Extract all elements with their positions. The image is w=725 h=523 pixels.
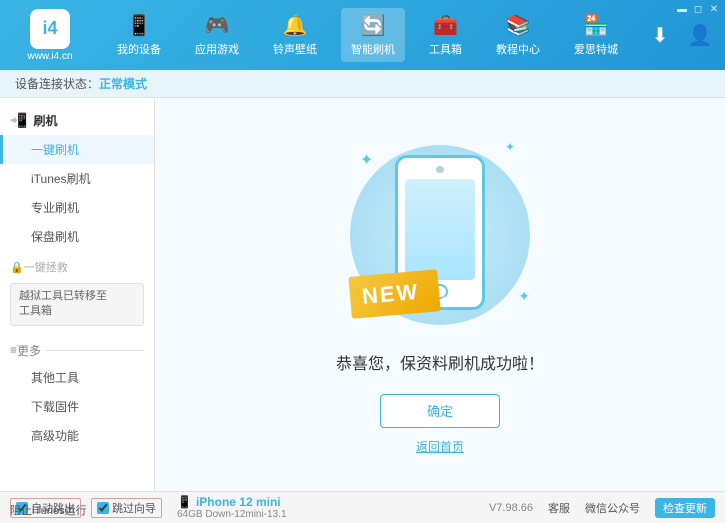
logo-url: www.i4.cn	[27, 51, 72, 62]
device-info: 📱 iPhone 12 mini 64GB Down-12mini-13.1	[177, 495, 287, 520]
more-section-divider: ≡ 更多	[0, 334, 154, 363]
skip-guide-label: 跳过向导	[112, 500, 156, 516]
nav-right-actions: ⬇ 👤	[645, 20, 715, 50]
sidebar-pro-flash[interactable]: 专业刷机	[0, 193, 154, 222]
device-details: 64GB Down-12mini-13.1	[177, 509, 287, 520]
user-button[interactable]: 👤	[685, 20, 715, 50]
skip-guide-input[interactable]	[97, 502, 109, 514]
phone-screen	[405, 179, 475, 280]
new-ribbon: ✦ NEW ✦	[348, 269, 441, 319]
flash-section-header: 📲 刷机	[0, 106, 154, 135]
minimize-button[interactable]: ▬	[675, 2, 689, 16]
device-icon: 📱	[177, 495, 192, 509]
smart-shop-label: 智能刷机	[351, 41, 395, 57]
device-name-text: iPhone 12 mini	[196, 495, 281, 509]
sidebar-itunes-flash[interactable]: iTunes刷机	[0, 164, 154, 193]
divider-line	[46, 350, 144, 351]
confirm-button[interactable]: 确定	[380, 394, 500, 428]
success-message: 恭喜您，保资料刷机成功啦！	[336, 350, 544, 374]
sidebar-other-tools[interactable]: 其他工具	[0, 363, 154, 392]
sparkle-icon-1: ✦	[360, 150, 373, 170]
flash-section-label: 刷机	[33, 112, 57, 129]
phone-camera	[436, 166, 444, 173]
top-nav-bar: i4 www.i4.cn 📱 我的设备 🎮 应用游戏 🔔 铃声壁纸 🔄 智能刷机	[0, 0, 725, 70]
tutorial-icon: 📚	[506, 13, 531, 38]
flash-section-icon: 📲	[10, 112, 27, 129]
ringtone-label: 铃声壁纸	[273, 41, 317, 57]
rescue-label: 一键拯救	[24, 259, 68, 275]
logo-text: i4	[42, 18, 57, 39]
my-device-icon: 📱	[127, 13, 152, 38]
customer-service-link[interactable]: 客服	[548, 500, 570, 516]
tutorial-label: 教程中心	[496, 41, 540, 57]
nav-items: 📱 我的设备 🎮 应用游戏 🔔 铃声壁纸 🔄 智能刷机 🧰 工具箱 📚	[100, 8, 635, 62]
ribbon-star-right: ✦	[439, 294, 448, 306]
store-label: 爱思特城	[574, 41, 618, 57]
smart-shop-icon: 🔄	[361, 13, 386, 38]
sparkle-icon-2: ✦	[505, 140, 515, 154]
nav-ringtone[interactable]: 🔔 铃声壁纸	[263, 8, 327, 62]
window-controls: ▬ ◻ ✕	[675, 2, 721, 16]
nav-toolbox[interactable]: 🧰 工具箱	[419, 8, 472, 62]
sidebar-save-flash[interactable]: 保盘刷机	[0, 222, 154, 251]
wechat-link[interactable]: 微信公众号	[585, 500, 640, 516]
toolbox-icon: 🧰	[433, 13, 458, 38]
skip-guide-checkbox[interactable]: 跳过向导	[91, 498, 162, 518]
my-device-label: 我的设备	[117, 41, 161, 57]
download-button[interactable]: ⬇	[645, 20, 675, 50]
sidebar: 📲 刷机 一键刷机 iTunes刷机 专业刷机 保盘刷机 🔒 一键拯救 越狱工具…	[0, 98, 155, 491]
sidebar-download-firmware[interactable]: 下载固件	[0, 392, 154, 421]
new-badge-text: NEW	[361, 278, 420, 308]
more-label: 更多	[17, 342, 41, 359]
rescue-section-label: 🔒	[10, 261, 24, 274]
status-prefix: 设备连接状态：	[15, 75, 99, 92]
app-game-icon: 🎮	[205, 13, 230, 38]
ringtone-icon: 🔔	[283, 13, 308, 38]
main-area: 📲 刷机 一键刷机 iTunes刷机 专业刷机 保盘刷机 🔒 一键拯救 越狱工具…	[0, 98, 725, 491]
bottom-right: V7.98.66 客服 微信公众号 检查更新	[489, 498, 715, 518]
sidebar-advanced[interactable]: 高级功能	[0, 421, 154, 450]
logo-icon: i4	[30, 9, 70, 49]
sidebar-one-key-flash[interactable]: 一键刷机	[0, 135, 154, 164]
nav-my-device[interactable]: 📱 我的设备	[107, 8, 171, 62]
phone-illustration: ✦ ✦ ✦ ✦ NEW ✦	[340, 135, 540, 335]
nav-tutorial[interactable]: 📚 教程中心	[486, 8, 550, 62]
logo-area: i4 www.i4.cn	[10, 9, 90, 62]
nav-store[interactable]: 🏪 爱思特城	[564, 8, 628, 62]
close-button[interactable]: ✕	[707, 2, 721, 16]
status-bar: 设备连接状态： 正常模式	[0, 70, 725, 98]
toolbox-label: 工具箱	[429, 41, 462, 57]
device-name: 📱 iPhone 12 mini	[177, 495, 287, 509]
device-firmware: Down-12mini-13.1	[205, 509, 286, 520]
app-game-label: 应用游戏	[195, 41, 239, 57]
check-update-button[interactable]: 检查更新	[655, 498, 715, 518]
stop-itunes-button[interactable]: 阻止iTunes运行	[10, 505, 87, 517]
jailbreak-notice: 越狱工具已转移至 工具箱	[10, 283, 144, 326]
content-area: ✦ ✦ ✦ ✦ NEW ✦ 恭喜您，保资料刷机成功啦！ 确定 返回首页	[155, 98, 725, 491]
nav-smart-shop[interactable]: 🔄 智能刷机	[341, 8, 405, 62]
home-link[interactable]: 返回首页	[416, 438, 464, 455]
stop-itunes-area: 阻止iTunes运行	[10, 501, 87, 519]
ribbon-star-left: ✦	[341, 281, 350, 293]
version-text: V7.98.66	[489, 502, 533, 514]
sidebar-rescue-divider: 🔒 一键拯救	[0, 251, 154, 279]
nav-app-game[interactable]: 🎮 应用游戏	[185, 8, 249, 62]
status-mode: 正常模式	[99, 75, 147, 92]
maximize-button[interactable]: ◻	[691, 2, 705, 16]
bottom-bar: 自动跳出 跳过向导 📱 iPhone 12 mini 64GB Down-12m…	[0, 491, 725, 523]
more-icon: ≡	[10, 343, 17, 357]
sparkle-icon-3: ✦	[518, 288, 530, 305]
device-storage: 64GB	[177, 509, 203, 520]
store-icon: 🏪	[584, 13, 609, 38]
